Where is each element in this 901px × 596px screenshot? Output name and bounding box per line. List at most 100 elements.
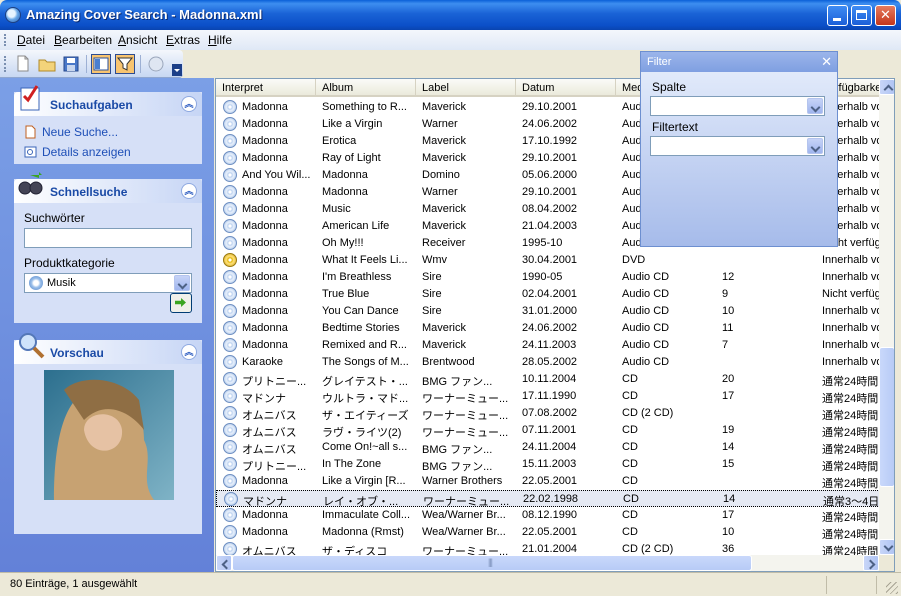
table-row[interactable]: プリトニー... グレイテスト・... BMG ファン... 10.11.2004 CD… [216, 371, 880, 388]
column-label[interactable]: Label [416, 79, 516, 97]
menu-hilfe[interactable]: Hilfe [208, 33, 232, 47]
menu-extras[interactable]: Extras [166, 33, 200, 47]
horizontal-scrollbar[interactable] [216, 555, 879, 571]
column-album[interactable]: Album [316, 79, 416, 97]
details-pane-toggle[interactable] [91, 54, 111, 74]
table-row[interactable]: Karaoke The Songs of M... Brentwood 28.05.2… [216, 354, 882, 371]
search-tasks-header[interactable]: Suchaufgaben ︽ [14, 85, 202, 116]
table-row[interactable]: Madonna Immaculate Coll... Wea/Warner Br..… [216, 507, 880, 524]
category-select[interactable]: Musik [24, 273, 192, 293]
vertical-scrollbar[interactable] [879, 79, 894, 555]
menubar-grip[interactable] [4, 34, 6, 46]
table-row[interactable]: プリトニー... In The Zone BMG ファン... 15.11.2003 C… [216, 456, 880, 473]
close-button[interactable]: ✕ [875, 5, 896, 26]
collapse-icon[interactable]: ︽ [181, 344, 197, 360]
chevron-down-icon[interactable] [807, 138, 823, 154]
filter-text-select[interactable] [650, 136, 825, 156]
horizontal-scroll-thumb[interactable] [232, 555, 752, 571]
table-row[interactable]: Madonna Bedtime Stories Maverick 24.06.2002… [216, 320, 882, 337]
table-row[interactable]: Madonna I'm Breathless Sire 1990-05 Audio CD… [216, 269, 882, 286]
table-row[interactable]: Madonna True Blue Sire 02.04.2001 Audio CD 9 N… [216, 286, 882, 303]
magnifier-icon [19, 333, 45, 359]
cell-label: Maverick [422, 135, 467, 147]
cd-icon [223, 423, 237, 437]
chevron-down-icon[interactable] [807, 98, 823, 114]
scroll-right-button[interactable] [863, 555, 879, 571]
cell-label: Sire [422, 271, 442, 283]
binoculars-icon [18, 172, 43, 195]
collapse-icon[interactable]: ︽ [181, 183, 197, 199]
table-row[interactable]: Madonna Remixed and R... Maverick 24.11.200… [216, 337, 882, 354]
filter-funnel-icon [116, 57, 134, 71]
filter-close-icon[interactable]: ✕ [821, 54, 832, 70]
cd-icon [223, 117, 237, 131]
category-label: Produktkategorie [24, 256, 115, 270]
cell-label: Warner [422, 186, 458, 198]
cell-label: Maverick [422, 101, 467, 113]
scroll-left-button[interactable] [216, 555, 232, 571]
new-search-link[interactable]: Neue Suche... [24, 124, 192, 144]
menu-ansicht[interactable]: Ansicht [118, 33, 157, 47]
cell-album: Madonna [322, 186, 368, 198]
open-button[interactable] [37, 54, 57, 74]
cell-album: I'm Breathless [322, 271, 392, 283]
column-interpret[interactable]: Interpret [216, 79, 316, 97]
cell-avail: Innerhalb von [822, 339, 882, 351]
cell-avail: Innerhalb von [822, 322, 882, 334]
table-row[interactable]: Madonna You Can Dance Sire 31.01.2000 Audio … [216, 303, 882, 320]
column-select[interactable] [650, 96, 825, 116]
cell-artist: Madonna [242, 118, 288, 130]
cell-avail: Innerhalb von [822, 305, 882, 317]
cell-label: BMG ファン... [422, 444, 493, 456]
cd-icon [223, 525, 237, 539]
save-button[interactable] [61, 54, 81, 74]
cell-artist: Karaoke [242, 356, 283, 368]
table-row[interactable]: マドンナ ウルトラ・マド... ワーナーミュー... 17.11.1990 CD 17 通常… [216, 388, 880, 405]
cell-date: 08.04.2002 [522, 203, 578, 215]
cell-date: 21.01.2004 [522, 543, 578, 555]
resize-grip[interactable] [886, 582, 898, 594]
cell-album: Madonna (Rmst) [322, 526, 404, 538]
cell-discs: 15 [722, 458, 735, 470]
table-row[interactable]: マドンナ レイ・オブ・... ワーナーミュー... 22.02.1998 CD 14 通常3… [216, 490, 880, 508]
maximize-button[interactable] [851, 5, 872, 26]
table-row[interactable]: オムニバス ザ・エイティーズ ワーナーミュー... 07.08.2002 CD (2 C… [216, 405, 880, 422]
scroll-down-button[interactable] [879, 539, 894, 555]
vertical-scroll-thumb[interactable] [879, 347, 894, 487]
collapse-icon[interactable]: ︽ [181, 96, 197, 112]
toolbar-overflow-button[interactable] [172, 64, 182, 76]
cell-date: 1995-10 [522, 237, 563, 249]
column-datum[interactable]: Datum [516, 79, 616, 97]
table-row[interactable]: Madonna Madonna (Rmst) Wea/Warner Br... 22.… [216, 524, 880, 541]
scroll-up-button[interactable] [879, 79, 894, 95]
cell-medium: Audio CD [622, 305, 670, 317]
table-row[interactable]: Madonna What It Feels Li... Wmv 30.04.2001 D… [216, 252, 882, 269]
new-file-button[interactable] [13, 54, 33, 74]
table-row[interactable]: Madonna Like a Virgin [R... Warner Brother… [216, 473, 880, 490]
cell-date: 15.11.2003 [522, 458, 577, 470]
cd-icon [223, 440, 237, 454]
filter-title-bar[interactable]: Filter ✕ [641, 52, 837, 72]
cell-artist: Madonna [242, 203, 288, 215]
cell-label: Sire [422, 305, 442, 317]
quick-search-header[interactable]: Schnellsuche ︽ [14, 172, 202, 203]
help-button[interactable] [146, 54, 166, 74]
minimize-button[interactable] [827, 5, 848, 26]
cell-date: 29.10.2001 [522, 152, 578, 164]
menu-bearbeiten[interactable]: Bearbeiten [54, 33, 112, 47]
table-row[interactable]: オムニバス ラヴ・ライツ(2) ワーナーミュー... 07.11.2001 CD 19 通常… [216, 422, 880, 439]
cell-label: Warner [422, 118, 458, 130]
toolbar-grip[interactable] [4, 56, 6, 72]
filter-toggle[interactable] [115, 54, 135, 74]
chevron-down-icon[interactable] [174, 275, 190, 291]
menu-datei[interactable]: Datei [17, 33, 45, 47]
cell-artist: Madonna [242, 509, 288, 521]
cell-medium: CD [622, 458, 638, 470]
keywords-input[interactable] [24, 228, 192, 248]
cell-medium: Audio CD [622, 322, 670, 334]
show-details-link[interactable]: Details anzeigen [24, 144, 192, 164]
preview-header[interactable]: Vorschau ︽ [14, 333, 202, 364]
search-go-button[interactable] [170, 293, 192, 313]
table-row[interactable]: オムニバス Come On!~all s... BMG ファン... 24.11.20… [216, 439, 880, 456]
cell-album: What It Feels Li... [322, 254, 408, 266]
